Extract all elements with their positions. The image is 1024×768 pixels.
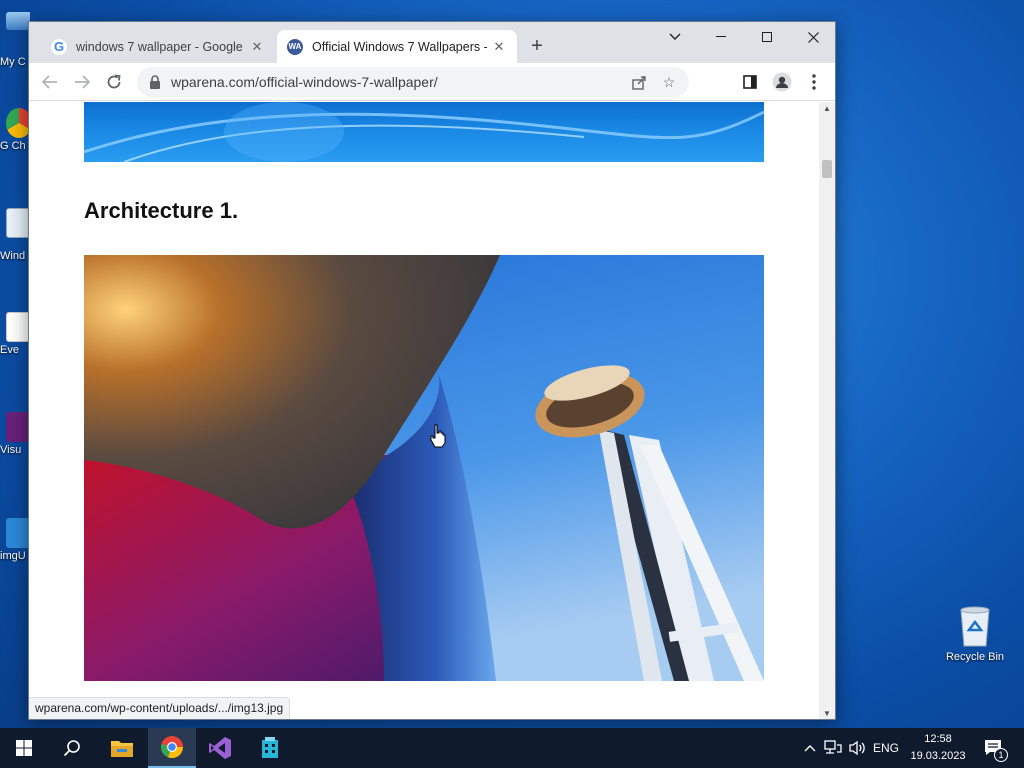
- desktop-icon-label: My C: [0, 56, 26, 68]
- avatar-icon: [772, 72, 792, 92]
- scroll-up-arrow-icon[interactable]: ▲: [819, 102, 835, 116]
- desktop-icon-label: imgU: [0, 550, 26, 562]
- close-window-button[interactable]: [790, 22, 835, 52]
- taskbar-chrome[interactable]: [148, 728, 196, 768]
- scroll-down-arrow-icon[interactable]: ▼: [819, 707, 835, 719]
- desktop-icon-my-computer[interactable]: My C: [0, 10, 30, 68]
- desktop-icon-label: Wind: [0, 250, 26, 262]
- hand-cursor-icon: [430, 424, 446, 448]
- bookmark-star-icon[interactable]: ☆: [659, 72, 679, 92]
- close-tab-icon[interactable]: ✕: [491, 39, 507, 55]
- tab-title: Official Windows 7 Wallpapers -: [312, 39, 487, 54]
- taskbar-visual-studio[interactable]: [196, 728, 244, 768]
- maximize-icon: [762, 32, 772, 42]
- desktop-icon-visual-studio[interactable]: Visu: [0, 412, 30, 456]
- language-indicator[interactable]: ENG: [870, 728, 902, 768]
- back-button[interactable]: [37, 69, 63, 95]
- browser-toolbar: wparena.com/official-windows-7-wallpaper…: [29, 63, 835, 101]
- app-icon: [6, 312, 30, 342]
- profile-button[interactable]: [769, 69, 795, 95]
- tab-search-button[interactable]: [652, 22, 698, 52]
- desktop-icon-imgupload[interactable]: imgU: [0, 518, 30, 562]
- chrome-icon: [6, 108, 30, 138]
- scrollbar-thumb[interactable]: [822, 160, 832, 178]
- image-icon: [6, 518, 30, 548]
- new-tab-button[interactable]: +: [526, 36, 548, 58]
- folder-icon: [111, 741, 133, 757]
- maximize-button[interactable]: [744, 22, 790, 52]
- desktop-icon-windows[interactable]: Wind: [0, 208, 30, 262]
- share-icon[interactable]: [629, 72, 649, 92]
- status-bubble: wparena.com/wp-content/uploads/.../img13…: [29, 697, 291, 719]
- url-text[interactable]: wparena.com/official-windows-7-wallpaper…: [171, 74, 629, 90]
- wallpaper-image-top[interactable]: [84, 102, 764, 162]
- tab-wparena[interactable]: WA Official Windows 7 Wallpapers - ✕: [277, 30, 517, 63]
- desktop-icon-chrome[interactable]: G Ch: [0, 108, 30, 152]
- network-button[interactable]: [822, 728, 844, 768]
- forward-button[interactable]: [69, 69, 95, 95]
- taskbar-file-explorer[interactable]: [98, 728, 146, 768]
- reload-icon: [107, 74, 121, 89]
- recycle-bin-icon: [960, 606, 990, 647]
- minimize-icon: [716, 36, 726, 37]
- arrow-right-icon: [75, 75, 90, 89]
- chevron-down-icon: [669, 33, 681, 40]
- speaker-icon: [849, 740, 865, 756]
- close-tab-icon[interactable]: ✕: [249, 39, 265, 55]
- vertical-scrollbar[interactable]: ▲ ▼: [819, 102, 835, 719]
- windows-logo-icon: [16, 740, 32, 756]
- tab-strip: G windows 7 wallpaper - Google Se ✕ WA O…: [29, 22, 835, 63]
- kebab-menu-icon: [812, 74, 816, 90]
- search-icon: [63, 740, 80, 757]
- architecture-wallpaper-image[interactable]: [84, 255, 764, 681]
- desktop-icon-label: Visu: [0, 444, 22, 456]
- desktop-icon-label: Eve: [0, 344, 19, 356]
- document-icon: [6, 208, 30, 238]
- notification-count-badge: 1: [994, 748, 1008, 762]
- section-heading: Architecture 1.: [84, 198, 239, 223]
- show-hidden-icons-button[interactable]: [800, 728, 820, 768]
- tab-google-search[interactable]: G windows 7 wallpaper - Google Se ✕: [41, 30, 275, 63]
- search-button[interactable]: [48, 728, 96, 768]
- wparena-icon: WA: [287, 38, 303, 55]
- chevron-up-icon: [804, 745, 816, 752]
- taskbar-app[interactable]: [246, 728, 294, 768]
- arrow-left-icon: [42, 75, 57, 89]
- start-button[interactable]: [0, 728, 48, 768]
- clock-time: 12:58: [924, 733, 952, 745]
- visual-studio-icon: [6, 412, 30, 442]
- browser-window: G windows 7 wallpaper - Google Se ✕ WA O…: [28, 21, 836, 720]
- google-icon: G: [51, 38, 67, 55]
- clock[interactable]: 12:58 19.03.2023: [903, 731, 973, 765]
- menu-button[interactable]: [801, 69, 827, 95]
- action-center-button[interactable]: 1: [980, 728, 1008, 768]
- close-icon: [807, 31, 819, 43]
- page-content: Architecture 1.: [29, 102, 821, 719]
- minimize-button[interactable]: [698, 22, 744, 52]
- network-icon: [824, 740, 842, 754]
- clock-date: 19.03.2023: [910, 750, 966, 762]
- chrome-icon: [161, 736, 184, 759]
- desktop-icon-label: G Ch: [0, 140, 26, 152]
- address-bar[interactable]: wparena.com/official-windows-7-wallpaper…: [137, 67, 689, 97]
- reload-button[interactable]: [101, 69, 127, 95]
- building-app-icon: [262, 737, 278, 758]
- side-panel-button[interactable]: [737, 69, 763, 95]
- computer-icon: [6, 12, 30, 30]
- visual-studio-icon: [209, 737, 231, 759]
- taskbar: ENG 12:58 19.03.2023 1: [0, 728, 1024, 768]
- lock-icon: [150, 75, 160, 89]
- volume-button[interactable]: [846, 728, 868, 768]
- side-panel-icon: [743, 75, 757, 89]
- desktop-icon-recycle-bin[interactable]: Recycle Bin: [940, 604, 1010, 663]
- desktop-icon-everything[interactable]: Eve: [0, 312, 30, 356]
- recycle-bin-label: Recycle Bin: [945, 651, 1005, 663]
- tab-title: windows 7 wallpaper - Google Se: [76, 39, 245, 54]
